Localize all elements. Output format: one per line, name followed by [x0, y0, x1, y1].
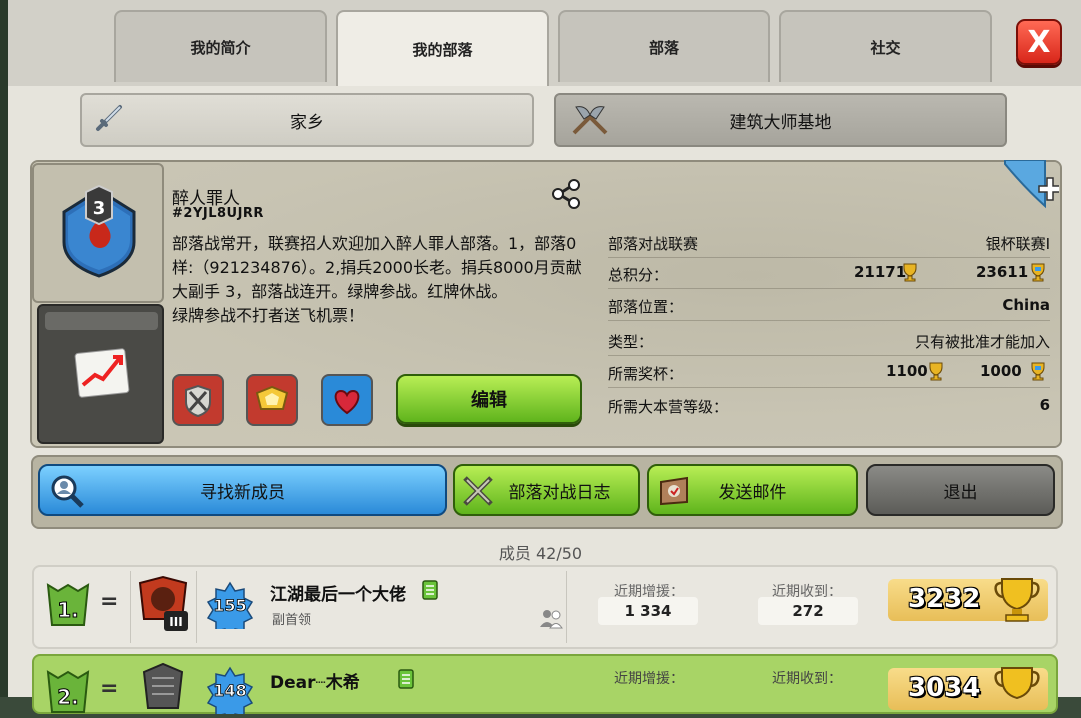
required-townhall-label: 所需大本营等级： — [608, 398, 729, 416]
donations-value: 1 334 — [598, 597, 698, 625]
builder-trophy-icon — [1031, 362, 1045, 381]
background-edge — [0, 0, 8, 697]
war-log-button[interactable]: 部落对战日志 — [453, 464, 640, 516]
required-trophies-home: 1100 — [886, 362, 928, 380]
type-row: 类型： 只有被批准才能加入 — [608, 327, 1050, 356]
rank-change: = — [100, 676, 119, 701]
total-points-row: 总积分： 21171 23611 — [608, 260, 1050, 289]
trophy-icon — [903, 263, 917, 282]
war-preference-icon — [398, 669, 414, 689]
close-icon: X — [1027, 24, 1051, 60]
town-hall-level: III — [169, 615, 182, 629]
total-points-label: 总积分： — [608, 266, 669, 284]
clan-badge-icon[interactable]: 3 — [60, 182, 138, 278]
points-home: 21171 — [854, 263, 907, 281]
member-row[interactable]: 1. = III 155 江湖最后一个大佬 副首领 近期增援： 1 334 近期… — [32, 565, 1058, 649]
member-trophies: 3034 — [888, 667, 1048, 710]
members-count: 成员 42/50 — [498, 544, 583, 563]
subtab-home-village[interactable]: 家乡 — [80, 93, 534, 147]
subtab-home-label: 家乡 — [290, 112, 324, 133]
tab-clans[interactable]: 部落 — [558, 10, 770, 82]
war-league-value: 银杯联赛I — [985, 235, 1050, 253]
location-label: 部落位置： — [608, 298, 684, 316]
member-rank: 2. — [57, 685, 79, 709]
war-league-label: 部落对战联赛 — [608, 235, 699, 253]
send-mail-label: 发送邮件 — [718, 482, 787, 503]
tab-social[interactable]: 社交 — [779, 10, 992, 82]
required-townhall-value: 6 — [1039, 396, 1050, 414]
exp-level-star-icon: 155 — [206, 581, 254, 629]
tab-profile[interactable]: 我的简介 — [114, 10, 327, 82]
stats-chart-icon[interactable] — [73, 345, 131, 401]
member-trophies: 3232 — [888, 578, 1048, 622]
find-members-button[interactable]: 寻找新成员 — [38, 464, 447, 516]
town-hall-icon — [142, 662, 184, 709]
close-button[interactable]: X — [1016, 19, 1062, 65]
trophy-icon — [994, 667, 1040, 700]
leave-clan-button[interactable]: 退出 — [866, 464, 1055, 516]
member-row[interactable]: 2. = 148 Dear┈木希 近期增援： 近期收到： 3034 — [32, 654, 1058, 714]
crossed-swords-icon — [463, 476, 493, 506]
online-members-icon — [540, 610, 563, 629]
subtab-builder-label: 建筑大师基地 — [729, 112, 832, 133]
required-townhall-row: 所需大本营等级： 6 — [608, 392, 1050, 420]
required-trophies-row: 所需奖杯： 1100 1000 — [608, 359, 1050, 388]
builder-trophy-icon — [1031, 263, 1045, 282]
trophy-icon — [994, 578, 1040, 622]
add-bookmark-icon[interactable] — [1003, 160, 1059, 212]
type-label: 类型： — [608, 333, 654, 351]
member-rank: 1. — [57, 598, 79, 622]
trophy-icon — [929, 362, 943, 381]
exp-level: 155 — [213, 596, 246, 615]
war-league-row: 部落对战联赛 银杯联赛I — [608, 229, 1050, 258]
clan-tag: #2YJL8UJRR — [172, 206, 264, 221]
rank-change: = — [100, 589, 119, 614]
friendly-badge-icon[interactable] — [321, 374, 373, 426]
badge-level: 3 — [93, 198, 106, 219]
crossed-axes-icon — [568, 103, 612, 144]
member-rank-icon: 2. — [46, 670, 90, 713]
exp-level-star-icon: 148 — [206, 666, 254, 714]
member-role: 副首领 — [272, 613, 312, 628]
edit-clan-button[interactable]: 编辑 — [396, 374, 582, 424]
war-badge-icon[interactable] — [172, 374, 224, 426]
donations-label: 近期增援： — [614, 671, 684, 687]
share-icon[interactable] — [550, 178, 582, 210]
trophy-count: 3034 — [908, 673, 981, 703]
leader-rank-icon: 1. — [46, 583, 90, 626]
search-members-icon — [51, 475, 84, 508]
exp-level: 148 — [213, 681, 246, 700]
location-row: 部落位置： China — [608, 292, 1050, 321]
send-mail-button[interactable]: 发送邮件 — [647, 464, 858, 516]
required-trophies-builder: 1000 — [980, 362, 1022, 380]
member-name: Dear┈木希 — [270, 673, 360, 693]
clan-description: 部落战常开，联赛招人欢迎加入醉人罪人部落。1，部落0样:（921234876）。… — [172, 234, 582, 325]
find-members-label: 寻找新成员 — [200, 482, 285, 503]
received-label: 近期收到： — [772, 671, 842, 687]
league-badge-icon[interactable] — [246, 374, 298, 426]
received-value: 272 — [758, 597, 858, 625]
town-hall-icon: III — [138, 575, 188, 631]
clan-mail-icon — [660, 476, 688, 506]
war-preference-icon — [422, 580, 438, 600]
tab-my-clan[interactable]: 我的部落 — [336, 10, 549, 86]
type-value: 只有被批准才能加入 — [914, 333, 1050, 351]
required-trophies-label: 所需奖杯： — [608, 365, 684, 383]
trophy-count: 3232 — [908, 584, 981, 614]
sword-icon — [94, 103, 124, 140]
location-value: China — [1002, 296, 1050, 314]
war-log-label: 部落对战日志 — [508, 482, 611, 503]
points-builder: 23611 — [976, 263, 1029, 281]
subtab-builder-base[interactable]: 建筑大师基地 — [554, 93, 1007, 147]
member-name: 江湖最后一个大佬 — [270, 585, 406, 605]
